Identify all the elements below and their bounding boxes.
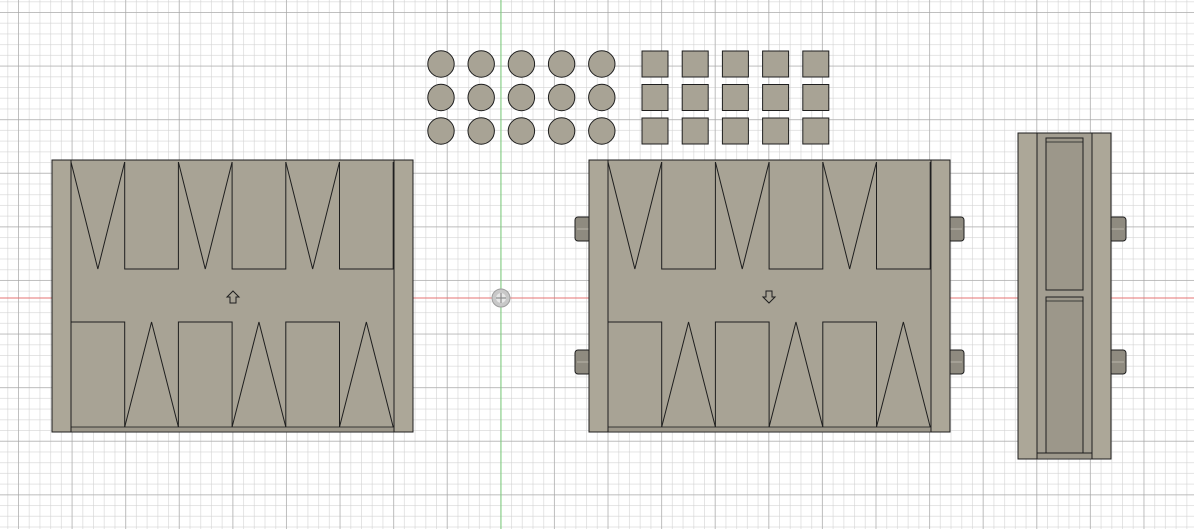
round-token[interactable] [507,117,536,145]
square-token[interactable] [721,117,749,145]
right-board-bottom-strip [588,426,951,433]
square-token[interactable] [721,50,749,78]
cad-viewport[interactable] [0,0,1194,529]
square-token[interactable] [802,50,830,78]
round-token[interactable] [427,50,455,78]
right-board-right-rail [930,159,951,433]
square-tokens-group[interactable] [641,50,830,145]
left-board-right-rail [393,159,414,433]
side-view-hinge-pins [1108,216,1127,375]
round-tokens-group[interactable] [427,50,616,145]
square-token[interactable] [762,117,790,145]
left-board-left-rail [51,159,72,433]
right-board-half[interactable] [574,159,965,433]
round-token[interactable] [507,83,536,112]
square-token[interactable] [802,117,830,145]
side-view-upper-recess [1045,137,1084,291]
round-token[interactable] [467,50,495,78]
right-board-left-rail [588,159,609,433]
round-token[interactable] [467,83,495,112]
square-token[interactable] [681,84,709,111]
round-token[interactable] [588,117,616,145]
round-token[interactable] [547,117,576,145]
round-token[interactable] [467,117,495,145]
left-board-bottom-strip [51,426,414,433]
side-view-left-wall [1017,132,1038,460]
round-token[interactable] [427,117,455,145]
round-token[interactable] [588,83,616,112]
square-token[interactable] [802,84,830,111]
square-token[interactable] [681,50,709,78]
board-side-view[interactable] [1017,132,1127,460]
square-token[interactable] [641,84,669,111]
model-scene[interactable] [0,0,1194,529]
round-token[interactable] [588,50,616,78]
round-token[interactable] [427,83,455,112]
round-token[interactable] [547,50,576,78]
square-token[interactable] [681,117,709,145]
side-view-lower-recess [1045,296,1084,454]
square-token[interactable] [641,117,669,145]
square-token[interactable] [721,84,749,111]
round-token[interactable] [547,83,576,112]
left-board-half[interactable] [51,159,414,433]
square-token[interactable] [641,50,669,78]
square-token[interactable] [762,84,790,111]
square-token[interactable] [762,50,790,78]
origin-icon[interactable] [491,288,511,308]
side-view-right-wall [1091,132,1112,460]
round-token[interactable] [507,50,536,78]
